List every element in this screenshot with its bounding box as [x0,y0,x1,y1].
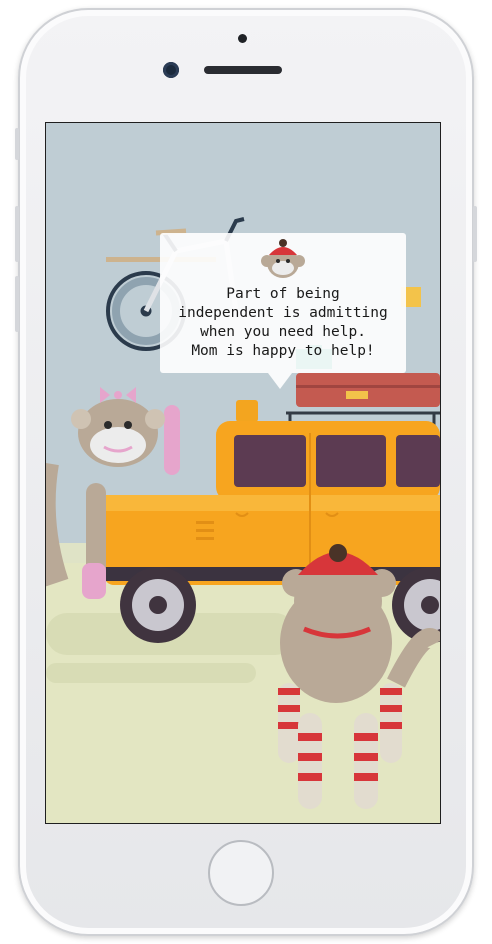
message-line: Part of being [226,286,340,302]
message-line: independent is admitting [178,305,388,321]
story-illustration [46,217,440,823]
power-button [473,206,477,262]
road-stripe-2 [46,663,256,683]
silent-switch [15,128,19,160]
message-line: when you need help. [200,324,366,340]
sock-monkey-avatar-icon [261,239,305,278]
home-button[interactable] [208,840,274,906]
speech-bubble-tail [268,373,292,389]
story-message: Part of being independent is admitting w… [160,285,406,361]
earpiece-speaker [204,66,282,74]
app-screen[interactable]: Part of being independent is admitting w… [45,122,441,824]
message-line: Mom is happy to help! [191,343,375,359]
front-camera [163,62,179,78]
volume-up-button [15,206,19,262]
antenna-light [236,400,258,422]
proximity-sensor [238,34,247,43]
speech-bubble: Part of being independent is admitting w… [160,233,406,373]
volume-down-button [15,276,19,332]
